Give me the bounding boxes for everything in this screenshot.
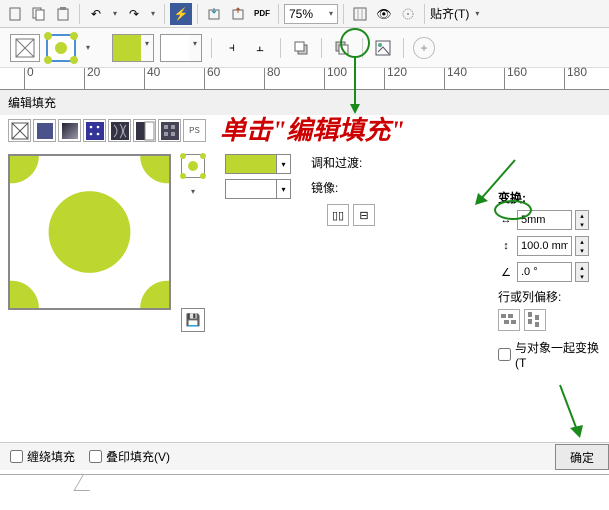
tab-marker[interactable]: [73, 475, 98, 491]
offset-row-button[interactable]: [498, 309, 520, 331]
with-object-label: 与对象一起变换(T: [515, 339, 605, 370]
align-v-icon[interactable]: ⫠: [249, 37, 271, 59]
blend-label: 调和过渡:: [311, 154, 362, 171]
fill-type-cross[interactable]: [10, 34, 40, 62]
ruler-tick: 60: [204, 68, 220, 90]
new-icon[interactable]: [4, 3, 26, 25]
width-icon: ↔: [498, 212, 514, 228]
ruler-horizontal: 0 20 40 60 80 100 120 140 160 180: [0, 68, 609, 90]
behind-icon[interactable]: [290, 37, 312, 59]
guides-icon[interactable]: [397, 3, 419, 25]
fill-bitmap-icon[interactable]: [158, 119, 181, 142]
paste-icon[interactable]: [52, 3, 74, 25]
fg-color-swatch[interactable]: ▾: [112, 34, 154, 62]
angle-spinner[interactable]: ▴▾: [575, 262, 589, 282]
ruler-tick: 120: [384, 68, 407, 90]
copy-icon[interactable]: [28, 3, 50, 25]
height-spinner[interactable]: ▴▾: [575, 236, 589, 256]
fill-twocolor-icon[interactable]: [133, 119, 156, 142]
view-icon[interactable]: 👁: [373, 3, 395, 25]
fill-postscript-icon[interactable]: PS: [183, 119, 206, 142]
export-icon[interactable]: [227, 3, 249, 25]
bg-color-swatch[interactable]: ▾: [160, 34, 202, 62]
thumb-pattern[interactable]: [181, 154, 205, 178]
redo-icon[interactable]: ↷: [123, 3, 145, 25]
wrap-fill-checkbox[interactable]: 缠绕填充: [10, 448, 75, 465]
edit-fill-button[interactable]: [372, 37, 394, 59]
undo-icon[interactable]: ↶: [85, 3, 107, 25]
ruler-tick: 80: [264, 68, 280, 90]
ruler-tick: 0: [24, 68, 34, 90]
ruler-tick: 100: [324, 68, 347, 90]
transform-panel: 变换: ↔ ▴▾ ↕ ▴▾ ∠ ▴▾ 行或列偏移: 与对象一起变换(T: [494, 185, 609, 374]
undo-dropdown[interactable]: ▾: [109, 5, 121, 23]
fill-texture-icon[interactable]: [108, 119, 131, 142]
front-icon[interactable]: [331, 37, 353, 59]
pattern-preview: [8, 154, 171, 310]
redo-dropdown[interactable]: ▾: [147, 5, 159, 23]
ruler-tick: 40: [144, 68, 160, 90]
fill-type-pattern[interactable]: [46, 34, 76, 62]
snap-dropdown[interactable]: ▾: [471, 5, 483, 23]
width-input[interactable]: [517, 210, 572, 230]
import-icon[interactable]: [203, 3, 225, 25]
overprint-checkbox[interactable]: 叠印填充(V): [89, 448, 170, 465]
ruler-tick: 160: [504, 68, 527, 90]
mirror-v-button[interactable]: ⊟: [353, 204, 375, 226]
panel-title: 编辑填充: [0, 90, 609, 115]
align-h-icon[interactable]: ⫞: [221, 37, 243, 59]
add-icon[interactable]: +: [413, 37, 435, 59]
transform-heading: 变换:: [498, 189, 605, 206]
ruler-tick: 140: [444, 68, 467, 90]
width-spinner[interactable]: ▴▾: [575, 210, 589, 230]
mirror-h-button[interactable]: ▯▯: [327, 204, 349, 226]
toolbar-fill: ▾ ▾ ▾ ⫞ ⫠ +: [0, 28, 609, 68]
fill-none-icon[interactable]: [8, 119, 31, 142]
ruler-tick: 20: [84, 68, 100, 90]
angle-icon: ∠: [498, 264, 514, 280]
pdf-icon[interactable]: PDF: [251, 3, 273, 25]
snap-grid-icon[interactable]: [349, 3, 371, 25]
ruler-tick: 180: [564, 68, 587, 90]
pattern-dropdown[interactable]: ▾: [82, 39, 94, 57]
offset-col-button[interactable]: [524, 309, 546, 331]
toolbar-top: ↶ ▾ ↷ ▾ ⚡ PDF ▾ 👁 贴齐(T) ▾: [0, 0, 609, 28]
fill-pattern-icon[interactable]: [83, 119, 106, 142]
annotation-arrow-3: [555, 380, 585, 440]
offset-label: 行或列偏移:: [498, 288, 605, 305]
fill-type-row: PS: [0, 115, 609, 146]
zoom-input[interactable]: [285, 7, 325, 21]
zoom-dropdown[interactable]: ▾: [325, 5, 337, 23]
with-object-checkbox[interactable]: 与对象一起变换(T: [498, 339, 605, 370]
color2-picker[interactable]: ▾: [225, 179, 291, 199]
zoom-combo[interactable]: ▾: [284, 4, 338, 24]
bottom-bar: 缠绕填充 叠印填充(V): [0, 442, 609, 470]
sync-icon[interactable]: ⚡: [170, 3, 192, 25]
height-input[interactable]: [517, 236, 572, 256]
fill-gradient-icon[interactable]: [58, 119, 81, 142]
mirror-label: 镜像:: [311, 179, 338, 196]
tab-strip: [0, 474, 609, 510]
save-pattern-icon[interactable]: 💾: [181, 308, 205, 332]
thumb-controls: ▾ 💾: [181, 154, 205, 332]
angle-input[interactable]: [517, 262, 572, 282]
ok-button[interactable]: 确定: [555, 444, 609, 470]
snap-label[interactable]: 贴齐(T): [430, 5, 469, 22]
color1-picker[interactable]: ▾: [225, 154, 291, 174]
fill-solid-icon[interactable]: [33, 119, 56, 142]
height-icon: ↕: [498, 238, 514, 254]
thumb-dropdown[interactable]: ▾: [187, 182, 199, 200]
